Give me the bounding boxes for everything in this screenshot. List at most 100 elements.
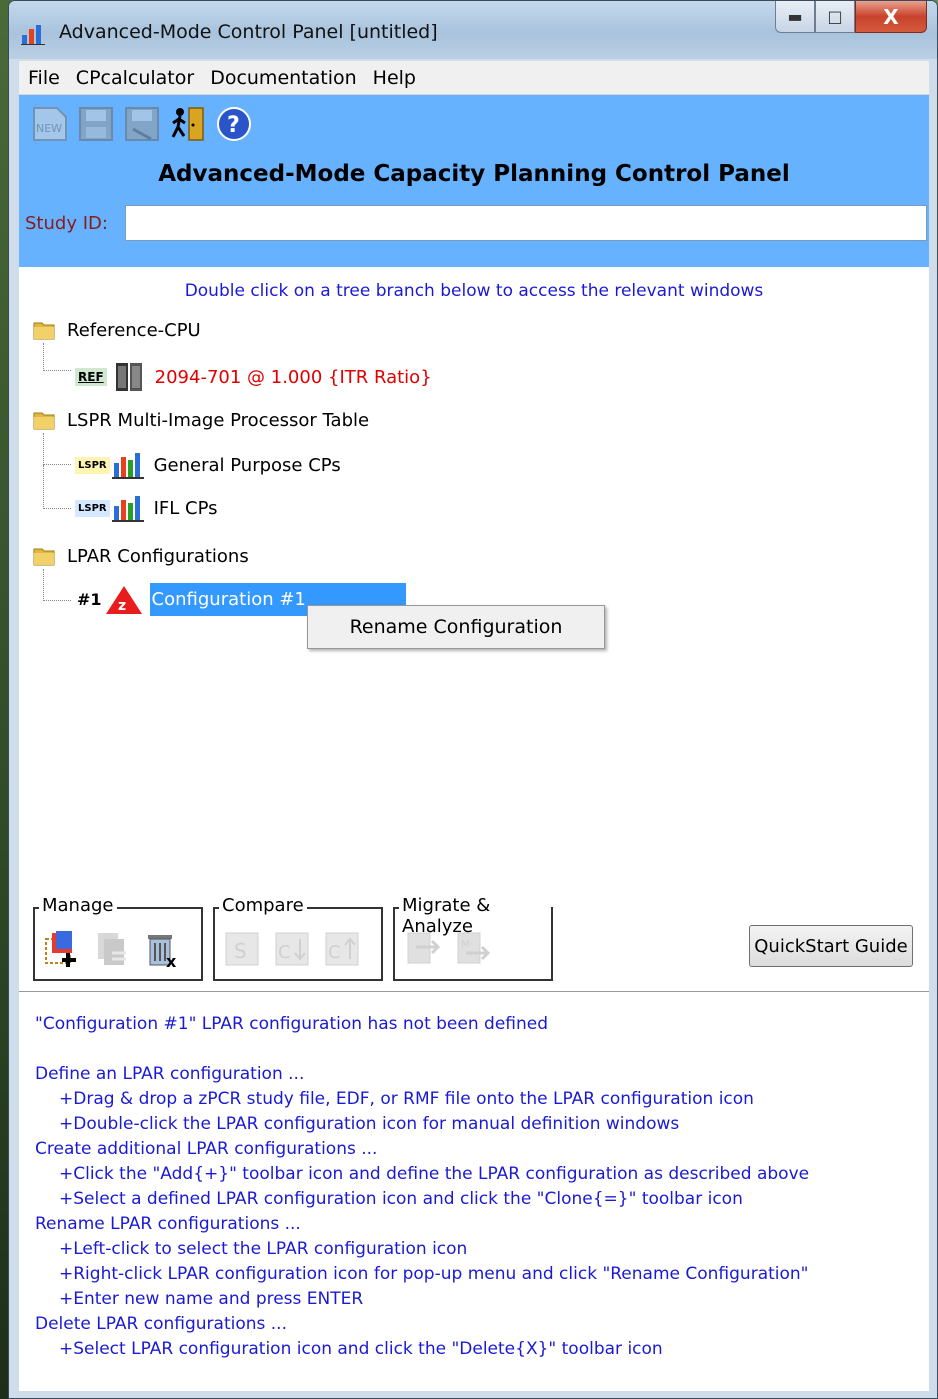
quickstart-guide-button[interactable]: QuickStart Guide xyxy=(749,925,913,967)
tree-item-ifl-cps[interactable]: LSPR IFL CPs xyxy=(75,494,218,522)
tree-item-reference[interactable]: REF 2094-701 @ 1.000 {ITR Ratio} xyxy=(75,361,432,393)
minimize-button[interactable]: ▬ xyxy=(775,1,815,33)
app-chart-icon xyxy=(21,25,45,45)
tree-hint: Double click on a tree branch below to a… xyxy=(184,281,764,301)
title-bar[interactable]: Advanced-Mode Control Panel [untitled] ▬… xyxy=(9,1,937,59)
trash-delete-icon: x xyxy=(148,935,177,969)
menu-documentation[interactable]: Documentation xyxy=(201,67,363,89)
app-window: Advanced-Mode Control Panel [untitled] ▬… xyxy=(8,0,938,1399)
panel-title: Advanced-Mode Capacity Planning Control … xyxy=(158,161,790,187)
add-configuration-button[interactable] xyxy=(41,927,83,971)
delete-configuration-button[interactable]: x xyxy=(141,927,183,971)
tree-item-general-purpose-cps[interactable]: LSPR General Purpose CPs xyxy=(75,451,341,479)
lspr-item-label: General Purpose CPs xyxy=(153,454,341,476)
lspr-item-label: IFL CPs xyxy=(153,497,218,519)
maximize-button[interactable]: □ xyxy=(815,1,855,33)
bar-chart-icon xyxy=(111,453,144,479)
migrate-analyze-group: Migrate & Analyze M xyxy=(393,895,553,981)
folder-icon xyxy=(33,322,55,340)
status-line: +Enter new name and press ENTER xyxy=(59,1289,364,1309)
tree-panel: Double click on a tree branch below to a… xyxy=(19,267,929,877)
lspr-badge: LSPR xyxy=(75,499,110,517)
folder-label: LSPR Multi-Image Processor Table xyxy=(67,409,370,431)
status-line: Create additional LPAR configurations ..… xyxy=(35,1139,378,1159)
clone-configuration-button[interactable] xyxy=(91,927,133,971)
clone-config-icon xyxy=(98,933,126,965)
menu-file[interactable]: File xyxy=(19,67,67,89)
folder-label: LPAR Configurations xyxy=(67,545,249,567)
svg-text:?: ? xyxy=(227,113,240,138)
status-line: Delete LPAR configurations ... xyxy=(35,1314,287,1334)
new-icon-label: NEW xyxy=(36,122,62,135)
status-line: "Configuration #1" LPAR configuration ha… xyxy=(35,1014,549,1034)
menu-help[interactable]: Help xyxy=(364,67,423,89)
header-panel: NEW ? Advanced-Mode Capacity Planning Co… xyxy=(19,95,929,267)
new-icon: NEW xyxy=(33,107,67,141)
compare-down-button[interactable]: C xyxy=(271,927,313,971)
tree-connector xyxy=(43,465,71,509)
status-line: Rename LPAR configurations ... xyxy=(35,1214,301,1234)
tree-connector xyxy=(43,569,71,601)
svg-text:C: C xyxy=(328,942,341,963)
menu-bar: File CPcalculator Documentation Help xyxy=(19,61,929,95)
tree-folder-reference-cpu[interactable]: Reference-CPU xyxy=(33,319,201,341)
lspr-badge: LSPR xyxy=(75,456,110,474)
svg-text:z: z xyxy=(118,598,126,614)
tree-connector xyxy=(43,433,71,465)
save-icon xyxy=(79,107,113,141)
help-icon: ? xyxy=(217,107,251,141)
status-panel: "Configuration #1" LPAR configuration ha… xyxy=(19,991,929,1391)
compare-s-icon: S xyxy=(225,932,259,966)
new-button[interactable]: NEW xyxy=(29,103,71,145)
folder-icon xyxy=(33,548,55,566)
status-line: +Drag & drop a zPCR study file, EDF, or … xyxy=(59,1089,754,1109)
study-id-label: Study ID: xyxy=(25,213,108,234)
status-line: +Select LPAR configuration icon and clic… xyxy=(59,1339,663,1359)
close-button[interactable]: X xyxy=(855,1,927,33)
help-button[interactable]: ? xyxy=(213,103,255,145)
toolbar-groups: Manage x Compare S C C Migrate & Analyze… xyxy=(19,877,929,991)
status-line: +Select a defined LPAR configuration ico… xyxy=(59,1189,743,1209)
status-line: +Click the "Add{+}" toolbar icon and def… xyxy=(59,1164,810,1184)
compare-group-label: Compare xyxy=(219,895,307,916)
status-line: +Right-click LPAR configuration icon for… xyxy=(59,1264,809,1284)
save-as-icon xyxy=(125,107,159,141)
folder-icon xyxy=(33,412,55,430)
tree-folder-lpar-configurations[interactable]: LPAR Configurations xyxy=(33,545,249,567)
toolbar: NEW ? xyxy=(29,103,255,145)
compare-up-icon: C xyxy=(325,932,359,966)
svg-text:C: C xyxy=(278,942,291,963)
reference-cpu-value: 2094-701 @ 1.000 {ITR Ratio} xyxy=(154,366,432,388)
analyze-button[interactable]: M xyxy=(451,927,493,971)
ref-badge: REF xyxy=(75,368,107,386)
tree-folder-lspr[interactable]: LSPR Multi-Image Processor Table xyxy=(33,409,369,431)
migrate-button[interactable] xyxy=(401,927,443,971)
bar-chart-icon xyxy=(111,496,144,522)
config-number: #1 xyxy=(77,590,102,609)
status-line: +Left-click to select the LPAR configura… xyxy=(59,1239,468,1259)
compare-s-button[interactable]: S xyxy=(221,927,263,971)
save-as-button[interactable] xyxy=(121,103,163,145)
window-title: Advanced-Mode Control Panel [untitled] xyxy=(59,21,438,43)
svg-text:M: M xyxy=(461,939,470,950)
save-button[interactable] xyxy=(75,103,117,145)
compare-up-button[interactable]: C xyxy=(321,927,363,971)
exit-icon xyxy=(171,107,204,141)
svg-text:S: S xyxy=(234,939,247,963)
analyze-icon: M xyxy=(457,932,491,964)
context-menu-rename-configuration[interactable]: Rename Configuration xyxy=(307,605,605,649)
server-icon xyxy=(115,363,142,391)
exit-button[interactable] xyxy=(167,103,209,145)
migrate-icon xyxy=(407,932,441,964)
status-line: Define an LPAR configuration ... xyxy=(35,1064,305,1084)
svg-text:x: x xyxy=(166,952,177,969)
compare-down-icon: C xyxy=(275,932,309,966)
compare-group: Compare S C C xyxy=(213,895,383,981)
add-config-icon xyxy=(45,931,76,967)
menu-cpcalculator[interactable]: CPcalculator xyxy=(67,67,201,89)
manage-group: Manage x xyxy=(33,895,203,981)
status-line: +Double-click the LPAR configuration ico… xyxy=(59,1114,680,1134)
tree-connector xyxy=(43,343,71,371)
study-id-input[interactable] xyxy=(125,205,927,241)
z-triangle-icon: z xyxy=(105,585,142,614)
